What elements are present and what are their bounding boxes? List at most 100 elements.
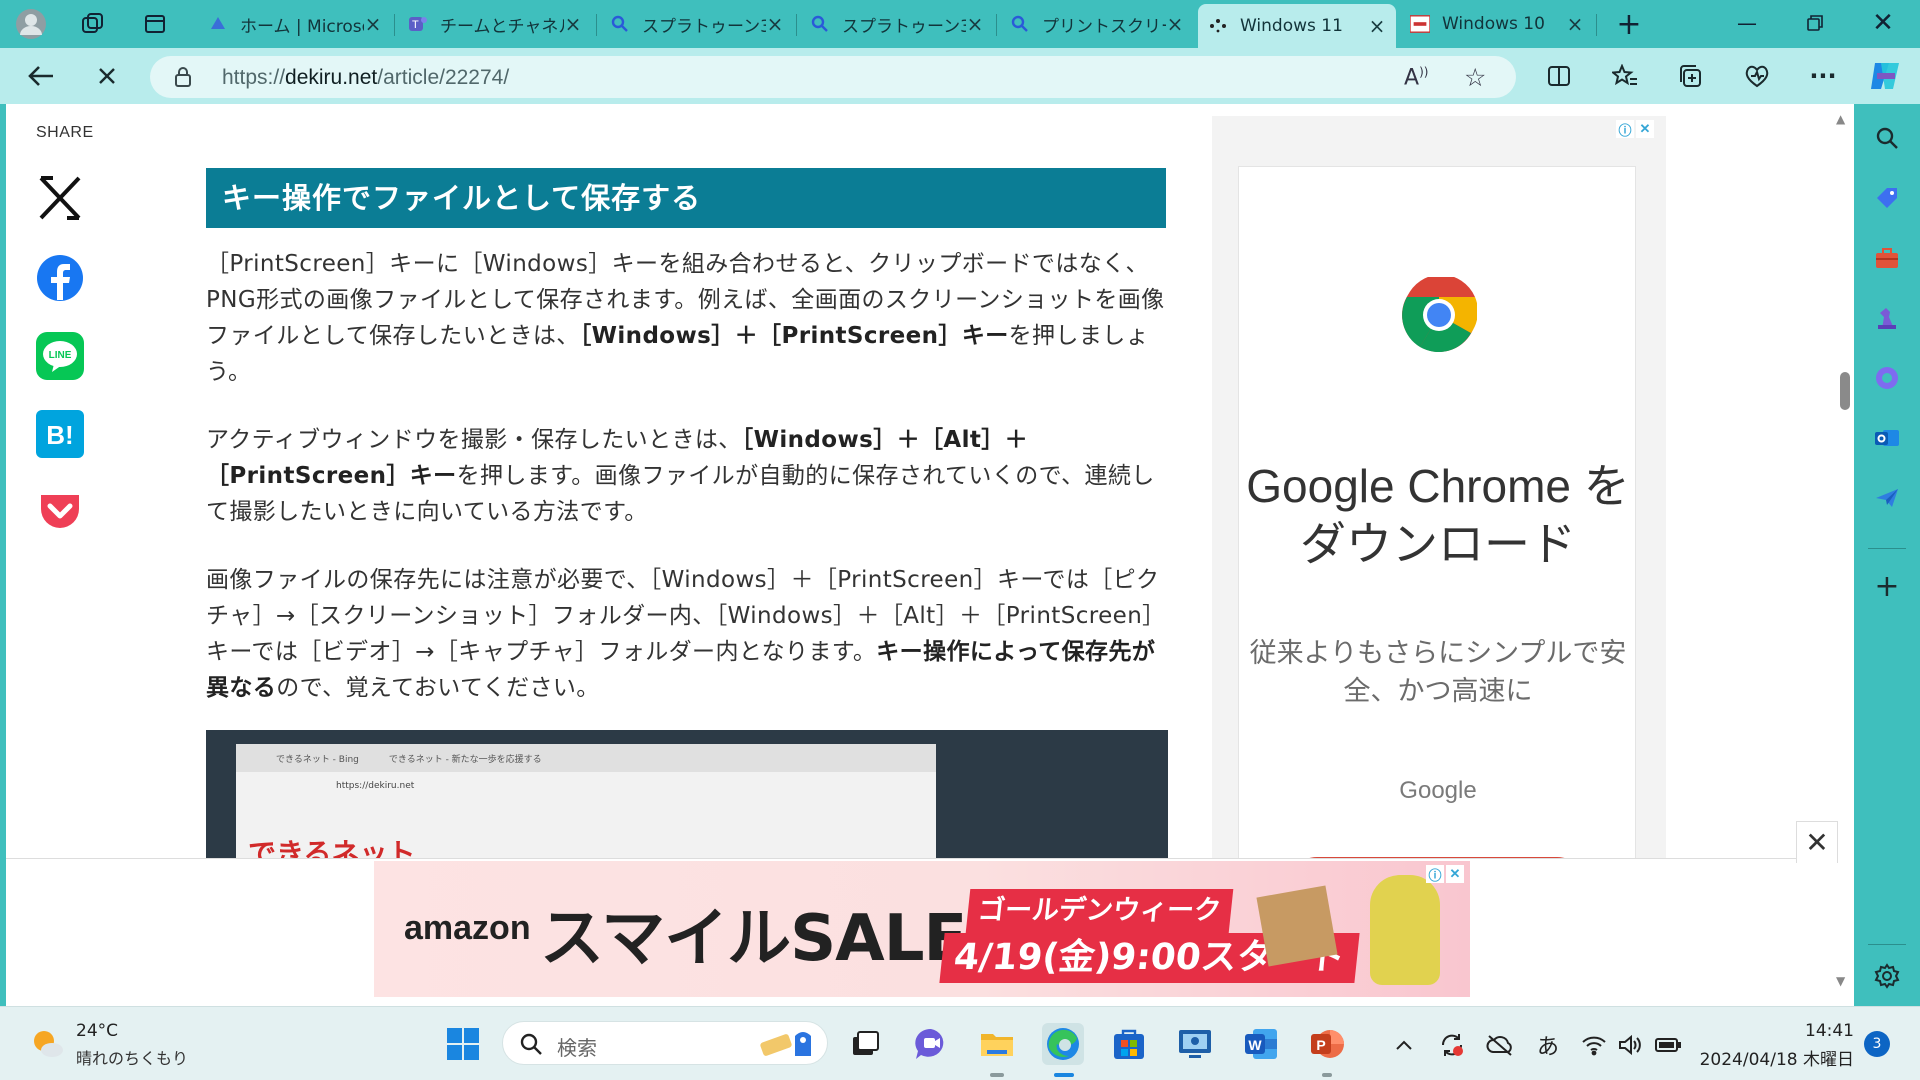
word-icon[interactable]: W (1240, 1023, 1282, 1065)
scroll-up-arrow-icon[interactable]: ▲ (1836, 112, 1845, 126)
new-tab-icon[interactable]: + (1610, 6, 1648, 42)
workspaces-icon[interactable] (74, 6, 112, 42)
file-explorer-icon[interactable] (976, 1023, 1018, 1065)
copilot-icon[interactable] (1864, 56, 1906, 96)
share-hatena-button[interactable]: B! (36, 410, 84, 458)
tab-splatoon-2[interactable]: スプラトゥーン3 × (800, 6, 994, 42)
tab-splatoon-1[interactable]: スプラトゥーン3 × (600, 6, 794, 42)
tab-windows-11-active[interactable]: Windows 11 × (1198, 4, 1396, 48)
scrollbar-thumb[interactable] (1840, 372, 1850, 410)
remote-desktop-icon[interactable] (1174, 1023, 1216, 1065)
tab-label: プリントスクリーン (1042, 16, 1166, 37)
tab-label: ホーム | Microsoft (240, 16, 364, 37)
onedrive-offline-icon[interactable] (1486, 1031, 1514, 1059)
share-facebook-button[interactable] (36, 254, 84, 302)
add-icon[interactable]: + (1867, 566, 1907, 606)
article-body: キー操作でファイルとして保存する ［PrintScreen］キーに［Window… (206, 168, 1166, 706)
lock-icon[interactable] (174, 66, 192, 92)
send-icon[interactable] (1867, 478, 1907, 518)
wifi-icon[interactable] (1580, 1031, 1608, 1059)
favorite-star-icon[interactable]: ☆ (1464, 63, 1486, 92)
scroll-down-arrow-icon[interactable]: ▼ (1836, 974, 1845, 988)
tab-close-icon[interactable]: × (564, 12, 582, 36)
ad-choices[interactable]: ⓘ ✕ (1616, 120, 1654, 138)
tab-bar: ホーム | Microsoft × T チームとチャネル × スプラトゥーン3 … (0, 0, 1920, 48)
teams-chat-icon[interactable] (910, 1023, 952, 1065)
address-bar[interactable]: https://dekiru.net/article/22274/ A)) ☆ (150, 56, 1516, 98)
share-line-button[interactable]: LINE (36, 332, 84, 380)
clock-time[interactable]: 14:41 (1805, 1021, 1854, 1041)
ad-close-icon[interactable]: ✕ (1636, 120, 1654, 138)
ad-info-icon[interactable]: ⓘ (1426, 865, 1444, 883)
taskbar-search-box[interactable]: 検索 (502, 1021, 828, 1065)
tab-label: Windows 11 (1240, 16, 1343, 36)
minimize-icon[interactable]: — (1716, 0, 1778, 46)
ad-info-icon[interactable]: ⓘ (1616, 120, 1634, 138)
settings-icon[interactable] (1867, 956, 1907, 996)
ad-card[interactable]: Google Chrome をダウンロード 従来よりもさらにシンプルで安全、かつ… (1238, 166, 1637, 917)
windows-taskbar: 24°C 晴れのちくもり 検索 W P あ 14:41 2024/04/18 木… (0, 1006, 1920, 1080)
close-window-icon[interactable]: ✕ (1852, 0, 1914, 46)
collections-icon[interactable] (1670, 56, 1712, 96)
split-screen-icon[interactable] (1538, 56, 1580, 96)
amazon-banner-ad[interactable]: amazon スマイルSALE ゴールデンウィーク 4/19(金)9:00スター… (374, 861, 1470, 997)
ime-mode-indicator[interactable]: あ (1534, 1031, 1562, 1060)
battery-icon[interactable] (1654, 1031, 1682, 1059)
ad-title[interactable]: Google Chrome をダウンロード (1239, 457, 1637, 573)
svg-text:B!: B! (46, 420, 73, 450)
search-favicon-icon (1010, 14, 1030, 34)
sync-icon[interactable] (1438, 1031, 1466, 1059)
stop-loading-icon[interactable] (86, 56, 128, 96)
banner-ad-choices[interactable]: ⓘ ✕ (1426, 865, 1464, 883)
games-icon[interactable] (1867, 298, 1907, 338)
tab-close-icon[interactable]: × (1368, 14, 1386, 38)
search-icon[interactable] (1867, 118, 1907, 158)
task-view-icon[interactable] (844, 1023, 886, 1065)
share-pocket-button[interactable] (36, 488, 84, 536)
vertical-tabs-icon[interactable] (136, 6, 174, 42)
browser-essentials-icon[interactable] (1736, 56, 1778, 96)
screenshot-tab: できるネット - Bing (276, 754, 359, 765)
powerpoint-icon[interactable]: P (1306, 1023, 1348, 1065)
back-icon[interactable] (20, 56, 62, 96)
tab-home-microsoft[interactable]: ホーム | Microsoft × (198, 6, 392, 42)
share-x-button[interactable] (36, 174, 84, 222)
tab-print-screen[interactable]: プリントスクリーン × (1000, 6, 1194, 42)
copilot-sidebar-icon[interactable] (1867, 358, 1907, 398)
tab-close-icon[interactable]: × (966, 12, 984, 36)
tab-close-icon[interactable]: × (1166, 12, 1184, 36)
more-menu-icon[interactable]: ··· (1802, 56, 1844, 96)
tab-teams[interactable]: T チームとチャネル × (398, 6, 592, 42)
ad-close-icon[interactable]: ✕ (1446, 865, 1464, 883)
url-text[interactable]: https://dekiru.net/article/22274/ (222, 66, 509, 90)
read-aloud-icon[interactable]: A)) (1404, 65, 1428, 90)
weather-partly-cloudy-icon[interactable] (30, 1027, 64, 1061)
search-favicon-icon (610, 14, 630, 34)
volume-icon[interactable] (1616, 1031, 1644, 1059)
text: ので、覚えておいてください。 (276, 675, 600, 701)
tab-close-icon[interactable]: × (766, 12, 784, 36)
tab-close-icon[interactable]: × (364, 12, 382, 36)
edge-sidebar: + (1854, 104, 1920, 1006)
favorites-icon[interactable] (1604, 56, 1646, 96)
notification-badge[interactable]: 3 (1864, 1031, 1890, 1057)
tab-close-icon[interactable]: × (1566, 12, 1584, 36)
tools-icon[interactable] (1867, 238, 1907, 278)
banner-close-icon[interactable]: ✕ (1796, 821, 1838, 863)
weather-temperature[interactable]: 24°C (76, 1021, 118, 1041)
clock-date[interactable]: 2024/04/18 木曜日 (1700, 1045, 1854, 1070)
start-icon[interactable] (442, 1023, 484, 1065)
edge-icon[interactable] (1042, 1023, 1084, 1065)
side-advertisement[interactable]: ⓘ ✕ Google Chrome をダウンロード 従来よりもさらにシンプルで安… (1212, 116, 1666, 917)
store-icon[interactable] (1108, 1023, 1150, 1065)
profile-avatar-icon[interactable] (12, 6, 50, 42)
shopping-tag-icon[interactable] (1867, 178, 1907, 218)
running-indicator (990, 1073, 1004, 1077)
chevron-up-icon[interactable] (1390, 1031, 1418, 1059)
restore-icon[interactable] (1784, 0, 1846, 46)
paragraph-1: ［PrintScreen］キーに［Windows］キーを組み合わせると、クリップ… (206, 246, 1166, 390)
tab-windows-10[interactable]: Windows 10 × (1400, 6, 1594, 42)
outlook-icon[interactable] (1867, 418, 1907, 458)
weather-description[interactable]: 晴れのちくもり (76, 1045, 188, 1069)
screenshot-tab: できるネット - 新たな一歩を応援する (388, 754, 542, 765)
